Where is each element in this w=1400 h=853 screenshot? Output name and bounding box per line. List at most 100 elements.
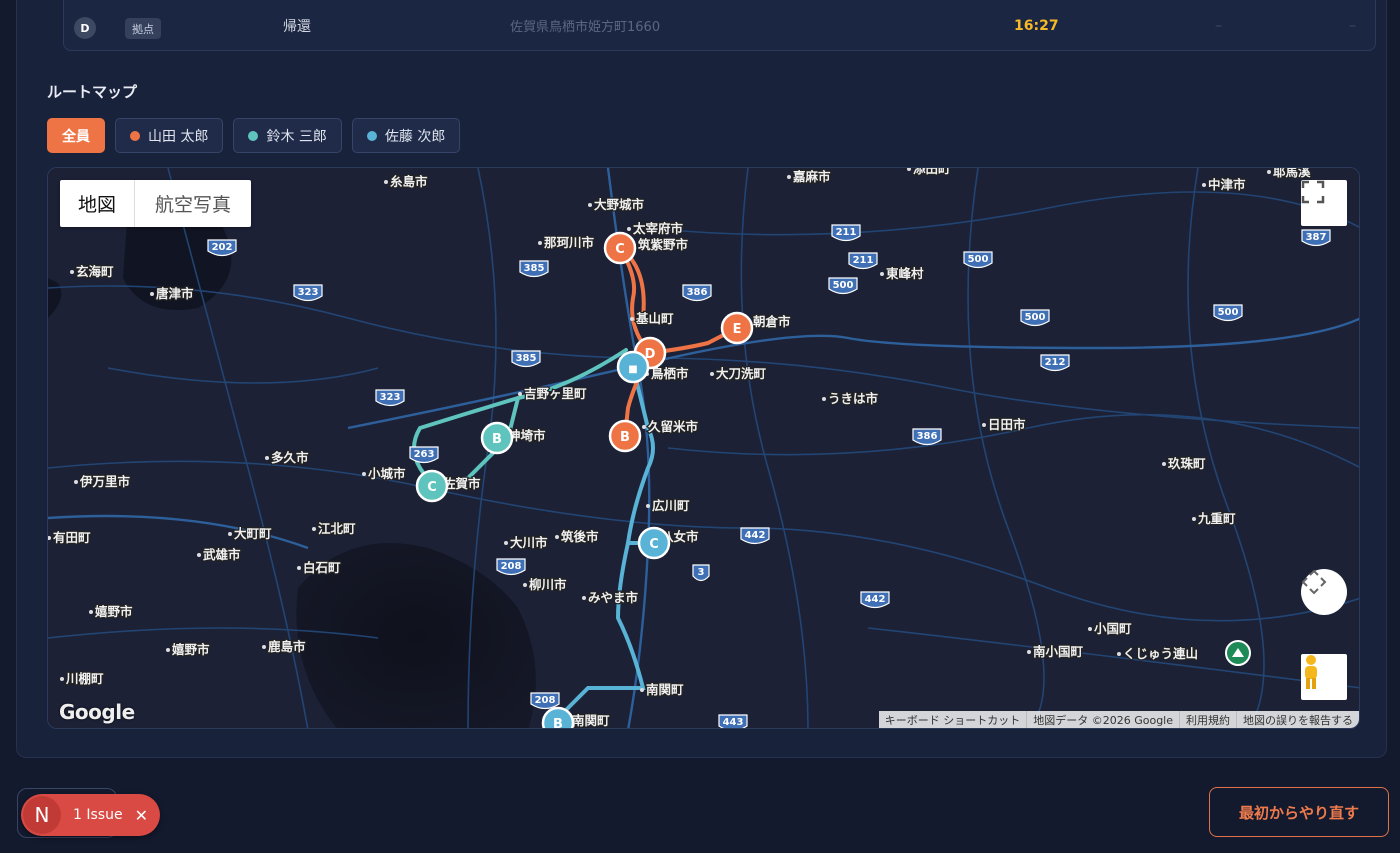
filter-chip-1[interactable]: 山田 太郎 <box>115 118 224 153</box>
report-error-link[interactable]: 地図の誤りを報告する <box>1236 711 1359 728</box>
place-dot <box>228 532 232 536</box>
route-number: 212 <box>1045 357 1066 368</box>
fullscreen-button[interactable] <box>1301 180 1347 226</box>
route-number: 442 <box>745 530 766 541</box>
place-dot <box>710 372 714 376</box>
place-label: 添田町 <box>913 168 951 176</box>
land <box>48 168 1359 728</box>
place-label: みやま市 <box>588 590 639 605</box>
place-dot <box>822 397 826 401</box>
route-shield: 211 <box>848 252 878 270</box>
stop-marker[interactable]: C <box>415 469 449 503</box>
place-dot <box>640 688 644 692</box>
terms-link[interactable]: 利用規約 <box>1179 711 1236 728</box>
map-type-map-button[interactable]: 地図 <box>60 180 136 227</box>
stop-marker[interactable]: B <box>480 421 514 455</box>
place-dot <box>262 645 266 649</box>
place-dot <box>982 423 986 427</box>
place-label: 鹿島市 <box>268 639 306 654</box>
place-dot <box>312 527 316 531</box>
pan-arrows-icon <box>1301 569 1327 595</box>
route-shield: 386 <box>682 284 712 302</box>
stop-marker[interactable]: E <box>720 311 754 345</box>
place-label: 朝倉市 <box>753 314 791 329</box>
place-label: 柳川市 <box>529 577 567 592</box>
place-label: 南関町 <box>646 682 684 697</box>
place-label: 南小国町 <box>1033 644 1084 659</box>
stop-address: 佐賀県鳥栖市姫方町1660 <box>510 20 661 35</box>
stop-marker[interactable]: ■ <box>616 350 650 384</box>
place-label: 鳥栖市 <box>651 366 689 381</box>
route-number: 208 <box>501 561 522 572</box>
stop-marker-label: C <box>649 537 659 552</box>
route-shield: 500 <box>963 251 993 269</box>
place-label: 嘉麻市 <box>792 169 831 184</box>
place-dot <box>787 175 791 179</box>
map-canvas[interactable]: 糸島市大野城市太宰府市那珂川市 筑紫野市唐津市 玄海町基山町鳥栖市 朝倉市大刀洗町うき… <box>48 168 1360 729</box>
filter-chip-2[interactable]: 鈴木 三郎 <box>233 118 342 153</box>
route-shield: 3 <box>692 564 710 582</box>
keyboard-shortcuts-link[interactable]: キーボード ショートカット <box>879 711 1027 728</box>
route-number: 202 <box>212 242 233 253</box>
nextjs-logo-icon: N <box>23 796 61 834</box>
place-label: 小城市 <box>367 466 406 481</box>
google-logo: Google <box>59 700 135 724</box>
place-dot <box>1162 462 1166 466</box>
route-number: 323 <box>298 287 319 298</box>
route-shield: 500 <box>1213 304 1243 322</box>
close-icon[interactable]: ✕ <box>135 806 148 825</box>
stop-col-b: – <box>1349 17 1356 34</box>
stop-marker-label: B <box>553 717 563 729</box>
stop-marker[interactable]: C <box>603 231 637 265</box>
place-dot <box>197 553 201 557</box>
place-label: 川棚町 <box>65 671 104 686</box>
route-shield: 443 <box>718 714 748 728</box>
place-label: くじゅう連山 <box>1123 646 1198 661</box>
place-label: 小国町 <box>1093 621 1132 636</box>
street-view-pegman-button[interactable] <box>1301 654 1347 700</box>
route-number: 263 <box>414 449 435 460</box>
map-type-satellite-button[interactable]: 航空写真 <box>135 180 251 227</box>
route-shield: 202 <box>207 239 237 257</box>
stop-marker-label: B <box>620 430 630 445</box>
stop-marker[interactable]: B <box>541 706 575 729</box>
place-label: 那珂川市 <box>544 235 595 250</box>
place-dot <box>1267 170 1271 174</box>
issues-toast[interactable]: N 1 Issue ✕ <box>21 794 160 836</box>
driver-color-dot <box>366 130 377 141</box>
place-dot <box>523 583 527 587</box>
place-dot <box>1027 650 1031 654</box>
route-shield: 323 <box>293 284 323 302</box>
camera-control-button[interactable] <box>1301 569 1347 615</box>
route-number: 385 <box>516 353 537 364</box>
filter-chip-0[interactable]: 全員 <box>47 118 105 153</box>
route-shield: 211 <box>831 224 861 242</box>
map-type-control: 地図 航空写真 <box>60 180 252 227</box>
place-label: 九重町 <box>1197 511 1236 526</box>
route-map[interactable]: 糸島市 大野城市 太宰府市 那珂川市 筑紫野市 唐津市 玄海町 基山町 鳥栖市 朝倉市 大刀洗町 うき… <box>47 167 1360 729</box>
route-number: 211 <box>853 255 874 266</box>
place-label: 唐津市 <box>156 286 194 301</box>
route-number: 500 <box>968 254 989 265</box>
stop-type-badge: 拠点 <box>125 18 161 39</box>
filter-chip-3[interactable]: 佐藤 次郎 <box>351 118 461 153</box>
place-dot <box>150 292 154 296</box>
fullscreen-icon <box>1301 180 1325 204</box>
place-dot <box>555 535 559 539</box>
stop-marker[interactable]: B <box>608 419 642 453</box>
route-shield: 385 <box>511 350 541 368</box>
place-label: 大川市 <box>510 535 548 550</box>
stop-status: 帰還 <box>283 18 311 35</box>
place-dot <box>627 227 631 231</box>
stop-marker[interactable]: C <box>637 526 671 560</box>
mountain-marker-icon <box>1225 640 1251 666</box>
place-label: 筑後市 <box>561 529 599 544</box>
stop-time: 16:27 <box>1014 17 1059 34</box>
place-dot <box>1192 517 1196 521</box>
route-shield: 208 <box>496 558 526 576</box>
map-attribution: キーボード ショートカット 地図データ ©2026 Google 利用規約 地図… <box>878 711 1359 728</box>
issue-count[interactable]: 1 Issue <box>73 807 123 823</box>
route-map-title: ルートマップ <box>47 83 138 101</box>
place-label: 久留米市 <box>647 419 699 434</box>
restart-button[interactable]: 最初からやり直す <box>1209 787 1389 837</box>
